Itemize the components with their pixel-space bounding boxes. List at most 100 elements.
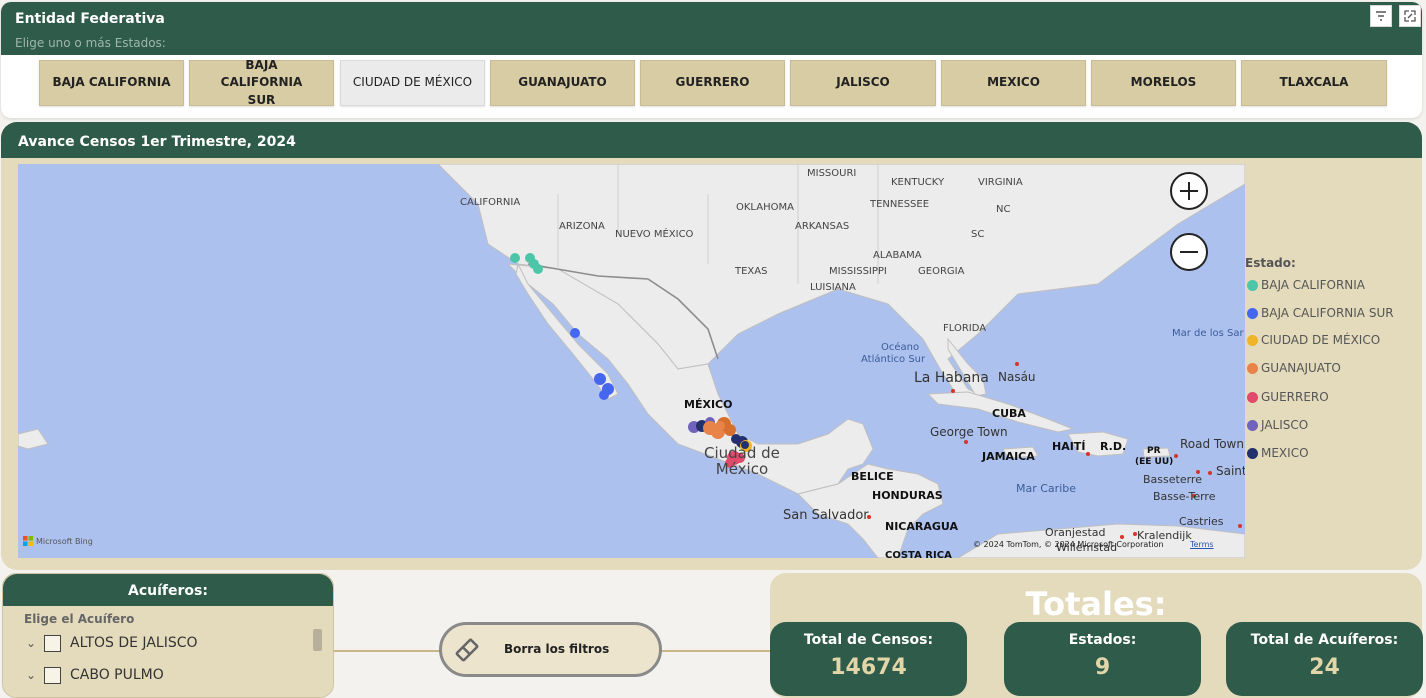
aquifer-label: ALTOS DE JALISCO [70,635,198,651]
kpi-label: Total de Acuíferos: [1250,632,1399,648]
map-canvas[interactable]: MISSOURI KENTUCKY VIRGINIA CALIFORNIA OK… [18,164,1245,558]
map-label-rd: R.D. [1100,440,1127,453]
state-button-baja-california-sur[interactable]: BAJA CALIFORNIA SUR [189,58,334,107]
map-title: Avance Censos 1er Trimestre, 2024 [18,134,296,150]
microsoft-logo-icon [23,536,33,546]
map-label-nicaragua: NICARAGUA [885,520,959,533]
map-label-george-town: George Town [930,425,1008,439]
legend-item[interactable]: GUERRERO [1247,389,1329,405]
legend-dot-icon [1247,419,1258,431]
map-label-georgia: GEORGIA [918,266,965,277]
state-button-jalisco[interactable]: JALISCO [790,60,936,106]
aquifer-scrollbar[interactable] [313,629,322,651]
legend-item[interactable]: CIUDAD DE MÉXICO [1247,332,1380,348]
map-label-oklahoma: OKLAHOMA [736,202,794,213]
map-label-castries: Castries [1179,515,1224,528]
map-label-atlantico-sur: Atlántico Sur [861,354,926,365]
aquifer-checkbox[interactable] [44,634,61,652]
legend-item[interactable]: GUANAJUATO [1247,360,1341,376]
legend-item[interactable]: BAJA CALIFORNIA SUR [1247,305,1394,321]
map-label-nc: NC [996,204,1011,215]
state-button-morelos[interactable]: MORELOS [1091,60,1236,106]
map-terms-link[interactable]: Terms [1190,540,1214,549]
map-label-kentucky: KENTUCKY [891,177,945,188]
clear-filters-label: Borra los filtros [504,642,610,656]
map-label-belice: BELICE [851,470,894,483]
kpi-value: 9 [1094,655,1111,680]
map-label-mar-sargazos: Mar de los Sar [1172,328,1244,339]
map-label-road-town: Road Town [1180,437,1244,451]
map-label-arkansas: ARKANSAS [795,221,850,232]
state-filter-title: Entidad Federativa [15,11,165,27]
map-label-alabama: ALABAMA [873,250,922,261]
state-filter-subtitle: Elige uno o más Estados: [15,36,166,50]
state-button-mexico[interactable]: MEXICO [941,60,1086,106]
map-label-ee-uu: (EE UU) [1135,457,1174,467]
state-button-guanajuato[interactable]: GUANAJUATO [490,60,635,106]
state-button-guerrero[interactable]: GUERRERO [640,60,785,106]
state-button-tlaxcala[interactable]: TLAXCALA [1241,60,1387,106]
zoom-in-icon[interactable] [1170,172,1208,210]
chevron-down-icon[interactable]: ⌄ [26,636,44,650]
map-label-florida: FLORIDA [943,323,987,334]
legend-title: Estado: [1245,256,1296,270]
bing-label: Microsoft Bing [36,536,93,546]
aquifer-item[interactable]: ⌄ ALTOS DE JALISCO [26,633,198,653]
map-label-virginia: VIRGINIA [978,177,1023,188]
map-data-points [510,253,1242,539]
map-label-arizona: ARIZONA [559,221,605,232]
map-label-saint: Saint [1216,464,1245,478]
map-label-jamaica: JAMAICA [982,450,1035,463]
map-label-haiti: HAITÍ [1052,440,1086,453]
map-label-san-salvador: San Salvador [783,508,869,523]
clear-filters-button[interactable]: Borra los filtros [439,622,662,677]
kpi-value: 24 [1309,655,1340,680]
state-button-ciudad-de-mexico[interactable]: CIUDAD DE MÉXICO [340,60,485,106]
map-label-ciudad-de-mexico: Ciudad de México [704,444,780,478]
map-label-mexico-country: MÉXICO [684,398,733,411]
kpi-value: 14674 [830,655,907,680]
legend-dot-icon [1247,362,1258,374]
aquifer-filter-panel: Acuíferos: Elige el Acuífero ⌄ ALTOS DE … [2,573,334,698]
map-attribution: © 2024 TomTom, © 2024 Microsoft Corporat… [973,540,1164,549]
aquifer-checkbox[interactable] [44,666,61,684]
map-label-sc: SC [971,229,985,240]
aquifer-item[interactable]: ⌄ CABO PULMO [26,665,164,685]
map-label-mar-caribe: Mar Caribe [1016,482,1077,495]
legend-item[interactable]: JALISCO [1247,417,1308,433]
map-label-basseterre: Basseterre [1143,473,1202,486]
state-button-baja-california[interactable]: BAJA CALIFORNIA [39,60,184,106]
totals-title: Totales: [1025,585,1167,623]
map-label-honduras: HONDURAS [872,489,943,502]
focus-mode-icon[interactable] [1399,5,1421,27]
map-label-pr: PR [1147,446,1161,456]
map-label-mississippi: MISSISSIPPI [829,266,887,277]
map-label-oceano: Océano [881,342,920,353]
map-label-nasau: Nasáu [998,370,1036,384]
zoom-out-icon[interactable] [1170,233,1208,271]
map-label-tennessee: TENNESSEE [870,199,930,210]
kpi-label: Estados: [1068,632,1137,648]
kpi-total-acuiferos: Total de Acuíferos: 24 [1226,622,1423,696]
aquifer-label: CABO PULMO [70,667,164,683]
aquifer-header: Acuíferos: [3,574,333,606]
state-filter-header: Entidad Federativa Elige uno o más Estad… [1,2,1422,55]
kpi-label: Total de Censos: [803,632,934,648]
chevron-down-icon[interactable]: ⌄ [26,668,44,682]
legend-item[interactable]: MEXICO [1247,445,1309,461]
aquifer-title: Acuíferos: [128,583,208,599]
aquifer-subtitle: Elige el Acuífero [24,612,135,626]
legend-item[interactable]: BAJA CALIFORNIA [1247,277,1365,293]
filter-icon[interactable] [1370,5,1392,27]
map-label-la-habana: La Habana [914,370,989,386]
kpi-estados: Estados: 9 [1004,622,1201,696]
eraser-icon [455,638,479,662]
bing-logo: Microsoft Bing [23,536,93,546]
legend-dot-icon [1247,447,1258,459]
map-label-nuevo-mexico: NUEVO MÉXICO [615,229,694,240]
map-label-basse-terre: Basse-Terre [1153,490,1216,503]
map-label-texas: TEXAS [735,266,768,277]
map-label-cuba: CUBA [992,407,1026,420]
map-label-california: CALIFORNIA [460,197,521,208]
map-label-luisiana: LUISIANA [810,282,856,293]
